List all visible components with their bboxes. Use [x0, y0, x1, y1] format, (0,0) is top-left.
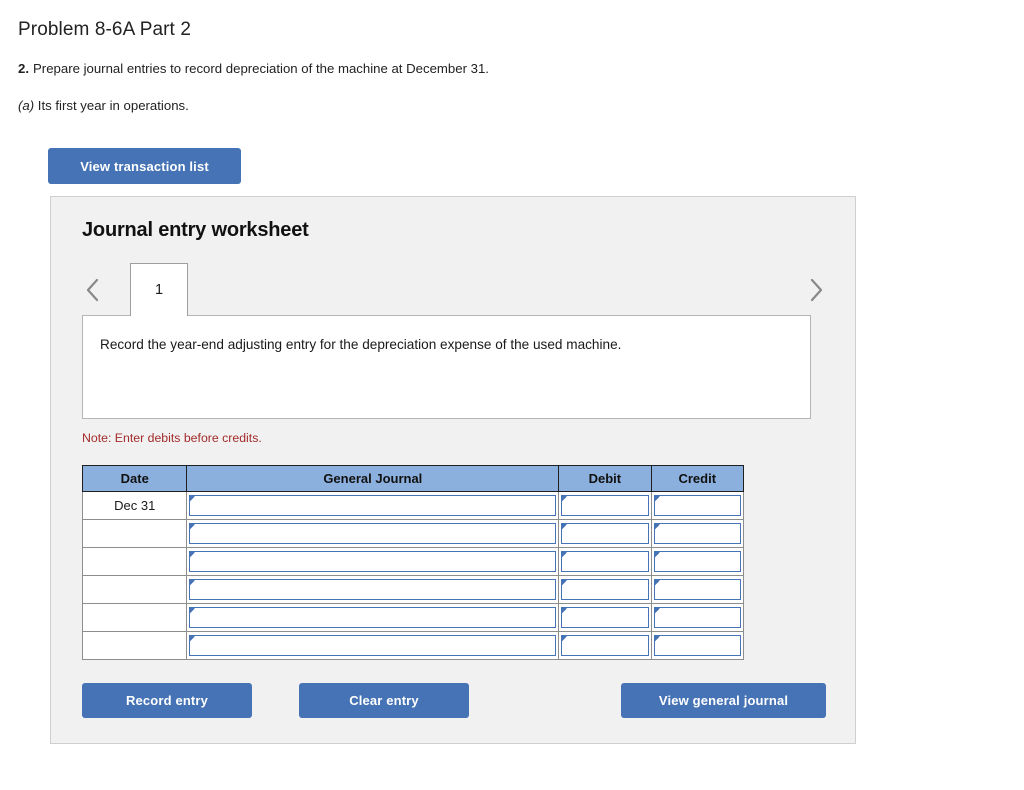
- table-row: [81, 547, 745, 576]
- column-header-credit: Credit: [650, 465, 745, 492]
- table-row: Dec 31: [81, 491, 745, 520]
- debits-before-credits-note: Note: Enter debits before credits.: [82, 431, 262, 445]
- question-body: Prepare journal entries to record deprec…: [33, 61, 489, 76]
- table-row: [81, 603, 745, 632]
- question-text: 2. Prepare journal entries to record depr…: [18, 61, 489, 76]
- date-cell[interactable]: [81, 519, 188, 548]
- debit-input[interactable]: [561, 550, 649, 572]
- table-row: [81, 519, 745, 548]
- chevron-left-icon[interactable]: [82, 275, 104, 305]
- general-journal-input[interactable]: [189, 578, 557, 600]
- question-number: 2.: [18, 61, 29, 76]
- subquestion-body: Its first year in operations.: [37, 98, 189, 113]
- general-journal-input[interactable]: [189, 634, 557, 656]
- credit-input[interactable]: [653, 494, 741, 516]
- table-header-row: Date General Journal Debit Credit: [81, 465, 745, 492]
- credit-input[interactable]: [653, 634, 741, 656]
- table-row: [81, 631, 745, 660]
- general-journal-input[interactable]: [189, 550, 557, 572]
- page-title: Problem 8-6A Part 2: [18, 18, 191, 40]
- credit-input[interactable]: [653, 550, 741, 572]
- subquestion-letter: (a): [18, 98, 35, 113]
- date-cell[interactable]: [81, 603, 188, 632]
- general-journal-input[interactable]: [189, 494, 557, 516]
- general-journal-input[interactable]: [189, 606, 557, 628]
- table-row: [81, 575, 745, 604]
- view-general-journal-button[interactable]: View general journal: [621, 683, 826, 718]
- worksheet-heading: Journal entry worksheet: [82, 219, 309, 241]
- debit-input[interactable]: [561, 578, 649, 600]
- date-cell[interactable]: [81, 575, 188, 604]
- date-cell[interactable]: Dec 31: [81, 491, 188, 520]
- worksheet-tab-1-label: 1: [154, 282, 164, 298]
- journal-entry-worksheet-panel: Journal entry worksheet 1 Record the yea…: [50, 196, 856, 744]
- debit-input[interactable]: [561, 606, 649, 628]
- date-cell[interactable]: [81, 631, 188, 660]
- column-header-debit: Debit: [558, 465, 652, 492]
- chevron-right-icon[interactable]: [805, 275, 827, 305]
- debit-input[interactable]: [561, 494, 649, 516]
- transaction-description-box: Record the year-end adjusting entry for …: [82, 315, 811, 419]
- debit-input[interactable]: [561, 634, 649, 656]
- general-journal-input[interactable]: [189, 522, 557, 544]
- column-header-general-journal: General Journal: [186, 465, 560, 492]
- transaction-description-text: Record the year-end adjusting entry for …: [100, 337, 622, 352]
- subquestion-text: (a) Its first year in operations.: [18, 98, 189, 113]
- tab-seam: [131, 315, 187, 317]
- credit-input[interactable]: [653, 522, 741, 544]
- view-transaction-list-button[interactable]: View transaction list: [48, 148, 241, 184]
- worksheet-tab-1[interactable]: 1: [130, 263, 188, 316]
- record-entry-button[interactable]: Record entry: [82, 683, 252, 718]
- column-header-date: Date: [81, 465, 188, 492]
- date-cell[interactable]: [81, 547, 188, 576]
- credit-input[interactable]: [653, 578, 741, 600]
- debit-input[interactable]: [561, 522, 649, 544]
- clear-entry-button[interactable]: Clear entry: [299, 683, 469, 718]
- credit-input[interactable]: [653, 606, 741, 628]
- worksheet-tab-strip: 1: [82, 263, 827, 316]
- general-journal-table: Date General Journal Debit Credit Dec 31: [81, 465, 745, 660]
